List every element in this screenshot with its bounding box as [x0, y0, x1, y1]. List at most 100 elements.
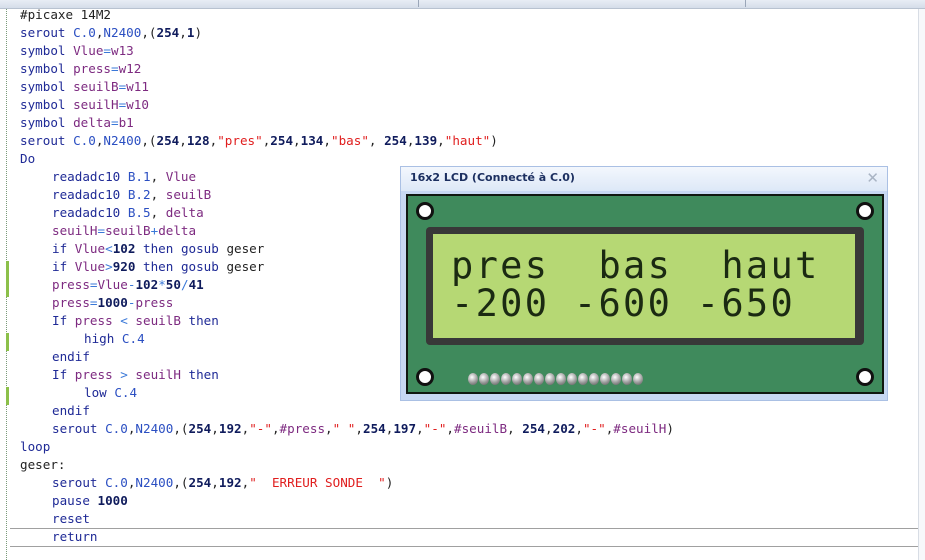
connector-pins — [468, 373, 644, 385]
code-token: geser: — [20, 457, 66, 472]
code-line[interactable]: if Vlue<102 then gosub geser — [52, 240, 264, 258]
lcd-title-bar[interactable]: 16x2 LCD (Connecté à C.0) ✕ — [401, 167, 887, 191]
code-token: C.0 — [73, 25, 96, 40]
code-token: , — [293, 133, 301, 148]
code-token: seuilB — [105, 223, 151, 238]
code-token: If — [52, 367, 75, 382]
code-line[interactable]: seuilH=seuilB+delta — [52, 222, 196, 240]
code-line[interactable]: press=1000-press — [52, 294, 173, 312]
code-token: "bas" — [330, 133, 369, 148]
code-line[interactable]: serout C.0,N2400,(254,1) — [20, 24, 202, 42]
code-token: = — [111, 61, 119, 76]
code-line[interactable]: low C.4 — [84, 384, 137, 402]
code-token: #seuilB — [454, 421, 508, 436]
code-token: ) — [490, 133, 498, 148]
code-token: , — [211, 475, 219, 490]
code-line[interactable]: geser: — [20, 456, 66, 474]
code-token: seuilB — [73, 79, 119, 94]
code-token: " ERREUR SONDE " — [249, 475, 386, 490]
vertical-scrollbar[interactable] — [918, 9, 925, 560]
pin-icon — [600, 373, 610, 385]
code-token: geser — [226, 241, 265, 256]
code-token: press — [135, 295, 174, 310]
code-token: gosub — [180, 241, 227, 256]
code-token: 202 — [552, 421, 576, 436]
code-token: delta — [165, 205, 204, 220]
code-token: symbol — [20, 43, 74, 58]
code-line[interactable]: reset — [52, 510, 90, 528]
code-token: If — [52, 313, 75, 328]
code-token: , — [179, 25, 187, 40]
code-token: serout — [20, 25, 74, 40]
code-token: if — [52, 259, 75, 274]
code-token: , — [437, 133, 445, 148]
code-token: , — [325, 421, 333, 436]
code-line[interactable]: if Vlue>920 then gosub geser — [52, 258, 264, 276]
code-line[interactable]: readadc10 B.2, seuilB — [52, 186, 211, 204]
code-token: geser — [226, 259, 265, 274]
code-token: high — [84, 331, 122, 346]
code-token: 254 — [188, 475, 212, 490]
code-token: seuilH — [73, 97, 119, 112]
mount-hole-icon — [856, 202, 874, 220]
lcd-window[interactable]: 16x2 LCD (Connecté à C.0) ✕ pres bas hau… — [400, 166, 888, 401]
code-token: 197 — [393, 421, 417, 436]
code-line[interactable]: symbol seuilH=w10 — [20, 96, 149, 114]
code-line[interactable]: symbol delta=b1 — [20, 114, 134, 132]
code-line[interactable]: symbol seuilB=w11 — [20, 78, 149, 96]
code-token: 254 — [156, 133, 180, 148]
code-line[interactable]: serout C.0,N2400,(254,192," ERREUR SONDE… — [52, 474, 393, 492]
code-token: 254 — [362, 421, 386, 436]
close-icon[interactable]: ✕ — [866, 169, 879, 187]
code-token: B.5 — [127, 205, 151, 220]
code-token: Vlue — [74, 241, 106, 256]
code-line[interactable]: readadc10 B.5, delta — [52, 204, 204, 222]
code-token: w10 — [126, 97, 149, 112]
code-line[interactable]: press=Vlue-102*50/41 — [52, 276, 204, 294]
code-line[interactable]: Do — [20, 150, 35, 168]
code-token: = — [111, 115, 119, 130]
code-token: , — [323, 133, 331, 148]
code-line[interactable]: return — [52, 528, 98, 546]
code-token: / — [180, 277, 189, 292]
code-token: = — [103, 43, 112, 58]
code-line[interactable]: readadc10 B.1, Vlue — [52, 168, 196, 186]
code-token: C.0 — [105, 475, 128, 490]
code-token: then — [135, 259, 181, 274]
code-line[interactable]: serout C.0,N2400,(254,128,"pres",254,134… — [20, 132, 498, 150]
code-token: #picaxe 14M2 — [20, 7, 111, 22]
code-line[interactable]: symbol press=w12 — [20, 60, 141, 78]
code-token: B.2 — [127, 187, 151, 202]
code-token: serout — [52, 475, 106, 490]
code-token: if — [52, 241, 75, 256]
code-line[interactable]: loop — [20, 438, 50, 456]
code-token: low — [84, 385, 115, 400]
code-token: ,( — [141, 25, 157, 40]
code-line[interactable]: serout C.0,N2400,(254,192,"-",#press," "… — [52, 420, 674, 438]
code-line[interactable]: #picaxe 14M2 — [20, 6, 111, 24]
code-token: 41 — [188, 277, 204, 292]
code-token: , — [271, 421, 280, 436]
code-line[interactable]: pause 1000 — [52, 492, 128, 510]
code-token: N2400 — [135, 475, 174, 490]
code-token: ) — [194, 25, 203, 40]
code-line[interactable]: high C.4 — [84, 330, 145, 348]
change-marker — [6, 333, 9, 351]
current-line-border-bottom — [10, 546, 918, 547]
code-token: "haut" — [444, 133, 491, 148]
code-token: serout — [20, 133, 74, 148]
code-token: ) — [385, 475, 394, 490]
code-line[interactable]: If press > seuilH then — [52, 366, 219, 384]
code-line[interactable]: If press < seuilB then — [52, 312, 219, 330]
code-token: then — [188, 367, 219, 382]
code-line[interactable]: endif — [52, 402, 90, 420]
code-line[interactable]: endif — [52, 348, 90, 366]
code-token: , — [507, 421, 523, 436]
pin-icon — [567, 373, 577, 385]
code-token: readadc10 — [52, 169, 128, 184]
code-token: = — [97, 223, 106, 238]
code-token: Vlue — [97, 277, 128, 292]
code-token: w11 — [126, 79, 149, 94]
code-line[interactable]: symbol Vlue=w13 — [20, 42, 134, 60]
code-token: gosub — [180, 259, 227, 274]
